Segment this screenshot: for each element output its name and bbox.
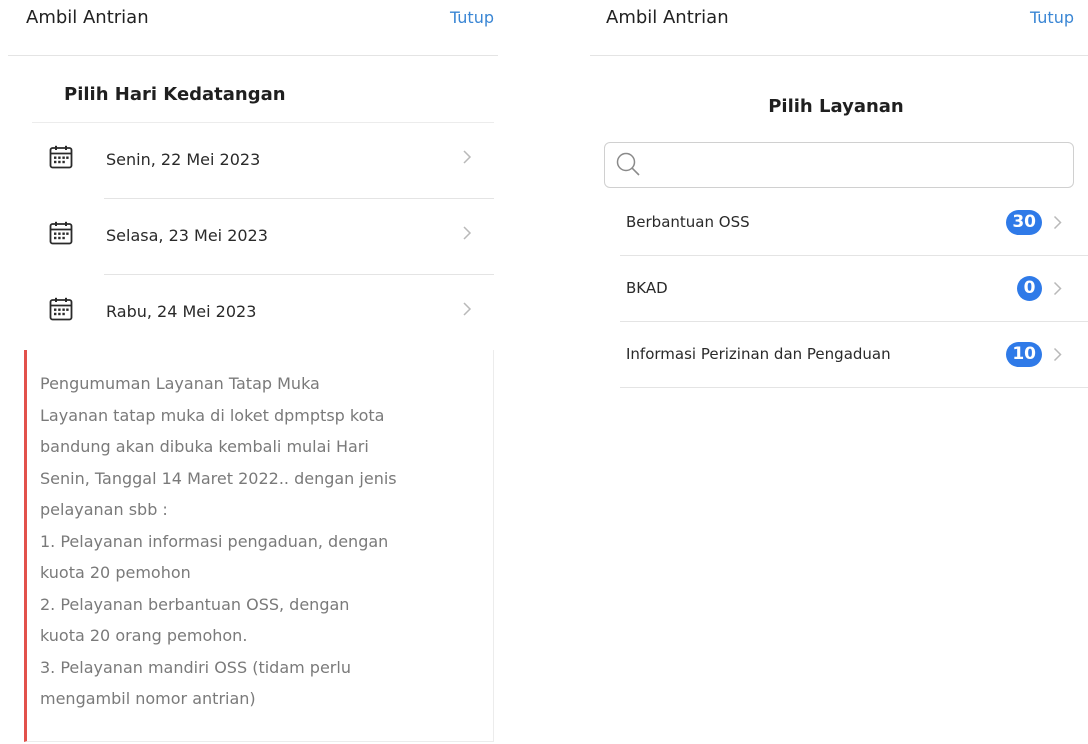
queue-count-badge: 30 [1006,210,1042,235]
announcement-line: Senin, Tanggal 14 Maret 2022.. dengan je… [40,468,397,488]
service-label: Informasi Perizinan dan Pengaduan [626,345,891,363]
calendar-icon [49,297,73,321]
day-label: Selasa, 23 Mei 2023 [106,226,268,245]
chevron-right-icon [463,302,472,316]
service-picker-panel: Ambil Antrian Tutup Pilih Layanan Berban… [584,0,1088,744]
announcement-line: 1. Pelayanan informasi pengaduan, dengan [40,531,389,551]
header-title: Ambil Antrian [26,7,149,28]
chevron-right-icon [1053,281,1062,296]
queue-count-badge: 0 [1017,276,1042,301]
queue-count-badge: 10 [1006,342,1042,367]
calendar-icon [49,145,73,169]
header-title: Ambil Antrian [606,7,729,28]
announcement-line: mengambil nomor antrian) [40,689,256,708]
announcement-line: kuota 20 orang pemohon. [40,626,248,645]
announcement-box: Pengumuman Layanan Tatap Muka Layanan ta… [24,350,494,742]
chevron-right-icon [1053,347,1062,362]
close-button[interactable]: Tutup [1030,8,1074,27]
day-item[interactable]: Rabu, 24 Mei 2023 [32,275,494,351]
chevron-right-icon [463,150,472,164]
day-label: Rabu, 24 Mei 2023 [106,302,257,321]
day-label: Senin, 22 Mei 2023 [106,150,261,169]
announcement-line: kuota 20 pemohon [40,563,191,582]
announcement-line: 2. Pelayanan berbantuan OSS, dengan [40,594,350,614]
close-button[interactable]: Tutup [450,8,494,27]
chevron-right-icon [463,226,472,240]
search-icon [616,152,640,176]
header-bar: Ambil Antrian Tutup [590,0,1088,56]
announcement-line: pelayanan sbb : [40,500,168,519]
section-title: Pilih Hari Kedatangan [64,84,286,105]
calendar-icon [49,221,73,245]
service-list: Berbantuan OSS 30 BKAD 0 Informasi Periz… [620,190,1088,388]
announcement-line: 3. Pelayanan mandiri OSS (tidam perlu [40,657,351,677]
service-label: Berbantuan OSS [626,213,750,231]
search-box[interactable] [604,142,1074,188]
service-item[interactable]: Informasi Perizinan dan Pengaduan 10 [620,322,1088,388]
service-item[interactable]: Berbantuan OSS 30 [620,190,1088,256]
day-item[interactable]: Selasa, 23 Mei 2023 [32,199,494,275]
service-label: BKAD [626,279,668,297]
search-input[interactable] [649,153,1065,177]
day-item[interactable]: Senin, 22 Mei 2023 [32,123,494,199]
section-title: Pilih Layanan [768,96,904,117]
announcement-line: bandung akan dibuka kembali mulai Hari [40,437,369,456]
day-list: Senin, 22 Mei 2023 Selasa, 23 Mei 2023 R… [32,122,494,351]
announcement-line: Layanan tatap muka di loket dpmptsp kota [40,405,385,425]
service-item[interactable]: BKAD 0 [620,256,1088,322]
chevron-right-icon [1053,215,1062,230]
day-picker-panel: Ambil Antrian Tutup Pilih Hari Kedatanga… [0,0,510,744]
header-bar: Ambil Antrian Tutup [8,0,498,56]
announcement-title: Pengumuman Layanan Tatap Muka [40,374,320,393]
